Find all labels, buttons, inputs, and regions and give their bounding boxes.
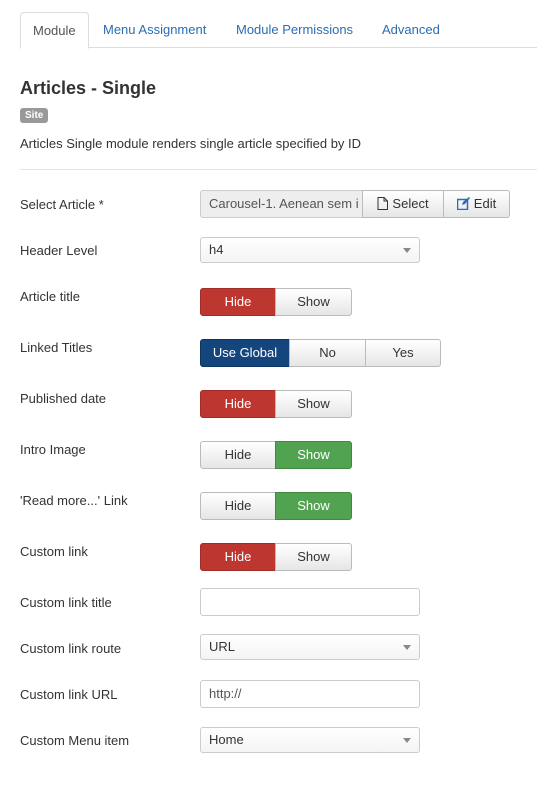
custom-link-label: Custom link (20, 544, 88, 559)
tab-bar: Module Menu Assignment Module Permission… (20, 12, 537, 49)
custom-link-url-input[interactable]: http:// (200, 680, 420, 708)
published-date-hide-option[interactable]: Hide (200, 390, 276, 418)
select-article-button[interactable]: Select (362, 190, 444, 218)
module-title: Articles - Single (20, 78, 157, 98)
published-date-show-option[interactable]: Show (275, 390, 352, 418)
tab-module-permissions[interactable]: Module Permissions (236, 12, 353, 48)
custom-link-title-input[interactable] (200, 588, 420, 616)
tab-module[interactable]: Module (20, 12, 89, 49)
custom-link-toggle: Hide Show (200, 543, 352, 571)
header-level-select[interactable]: h4 (200, 237, 420, 263)
file-icon (377, 197, 389, 210)
chevron-down-icon (403, 645, 411, 650)
chevron-down-icon (403, 248, 411, 253)
intro-image-toggle: Hide Show (200, 441, 352, 469)
intro-image-label: Intro Image (20, 442, 86, 457)
article-title-show-option[interactable]: Show (275, 288, 352, 316)
published-date-toggle: Hide Show (200, 390, 352, 418)
custom-link-show-option[interactable]: Show (275, 543, 352, 571)
read-more-toggle: Hide Show (200, 492, 352, 520)
chevron-down-icon (403, 738, 411, 743)
tab-advanced[interactable]: Advanced (382, 12, 440, 48)
site-badge: Site (20, 108, 49, 123)
custom-link-route-select[interactable]: URL (200, 634, 420, 660)
read-more-hide-option[interactable]: Hide (200, 492, 276, 520)
article-title-label: Article title (20, 289, 80, 304)
intro-image-show-option[interactable]: Show (275, 441, 352, 469)
custom-menu-item-select[interactable]: Home (200, 727, 420, 753)
header-level-label: Header Level (20, 243, 98, 258)
linked-titles-toggle: Use Global No Yes (200, 339, 441, 367)
custom-link-title-label: Custom link title (20, 595, 112, 610)
select-button-label: Select (392, 196, 429, 211)
published-date-label: Published date (20, 391, 107, 406)
custom-link-hide-option[interactable]: Hide (200, 543, 276, 571)
linked-titles-use-global-option[interactable]: Use Global (200, 339, 290, 367)
edit-icon (456, 197, 470, 211)
linked-titles-no-option[interactable]: No (289, 339, 366, 367)
article-title-toggle: Hide Show (200, 288, 352, 316)
section-divider (20, 169, 537, 170)
tab-menu-assignment[interactable]: Menu Assignment (103, 12, 206, 48)
edit-article-button[interactable]: Edit (443, 190, 510, 218)
header-level-value: h4 (209, 242, 224, 257)
intro-image-hide-option[interactable]: Hide (200, 441, 276, 469)
select-article-label: Select Article * (20, 197, 104, 212)
selected-article-field: Carousel-1. Aenean sem i (200, 190, 363, 218)
custom-link-route-value: URL (209, 639, 236, 654)
linked-titles-yes-option[interactable]: Yes (365, 339, 441, 367)
read-more-label: 'Read more...' Link (20, 493, 128, 508)
linked-titles-label: Linked Titles (20, 340, 93, 355)
article-title-hide-option[interactable]: Hide (200, 288, 276, 316)
module-description: Articles Single module renders single ar… (20, 136, 362, 151)
custom-menu-item-label: Custom Menu item (20, 733, 130, 748)
custom-link-route-label: Custom link route (20, 641, 122, 656)
custom-menu-item-value: Home (209, 732, 244, 747)
read-more-show-option[interactable]: Show (275, 492, 352, 520)
custom-link-url-label: Custom link URL (20, 687, 118, 702)
edit-button-label: Edit (473, 196, 497, 211)
